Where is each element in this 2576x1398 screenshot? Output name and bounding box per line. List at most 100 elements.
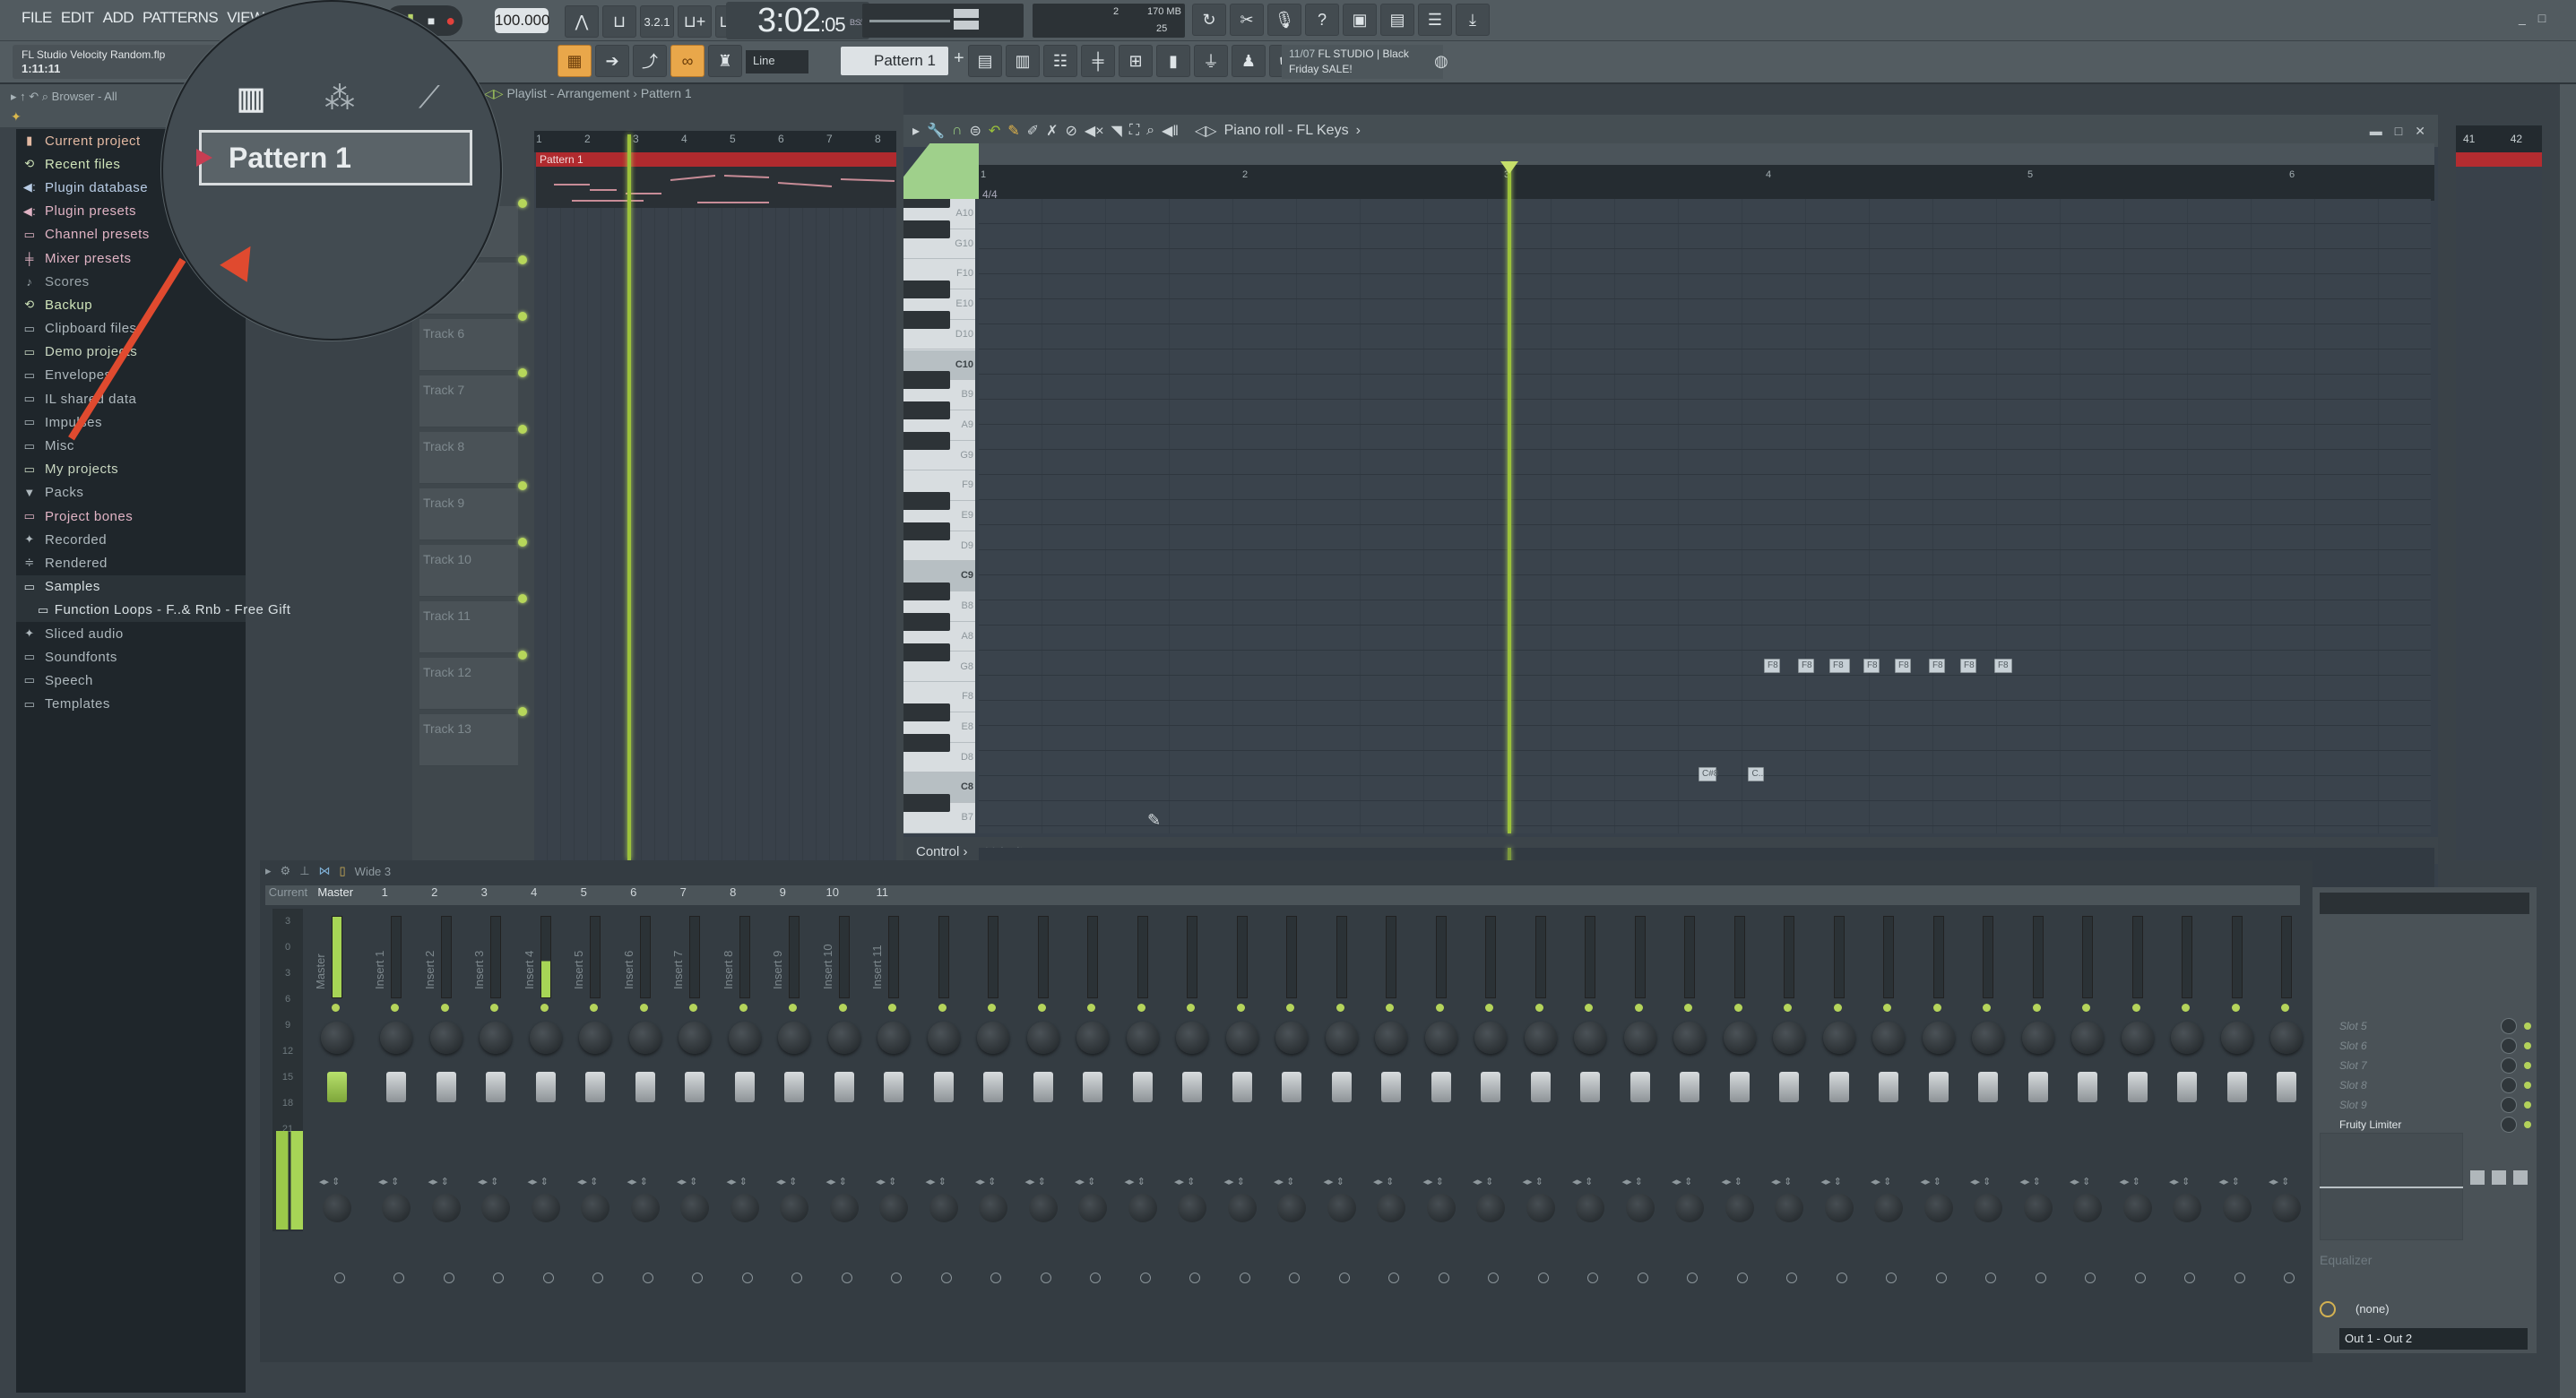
magnet-icon[interactable]: ∩: [952, 123, 963, 139]
route-icon[interactable]: [891, 1273, 902, 1283]
stereo-controls[interactable]: ◂▸ ⇕: [2020, 1176, 2041, 1187]
stereo-knob[interactable]: [2073, 1194, 2102, 1222]
strip-enable-led[interactable]: [1883, 1004, 1891, 1012]
strip-enable-led[interactable]: [739, 1004, 748, 1012]
mixer-person-icon[interactable]: ⊥: [299, 864, 309, 878]
stereo-controls[interactable]: ◂▸ ⇕: [1970, 1176, 1991, 1187]
mixer-layout-icon[interactable]: ⋈: [319, 864, 331, 878]
stereo-controls[interactable]: ◂▸ ⇕: [677, 1176, 697, 1187]
route-icon[interactable]: [791, 1273, 802, 1283]
effect-slot[interactable]: Slot 8: [2312, 1075, 2537, 1095]
pan-knob[interactable]: [2071, 1022, 2104, 1054]
route-icon[interactable]: [1935, 1273, 1947, 1283]
route-icon[interactable]: [1040, 1273, 1051, 1283]
stereo-knob[interactable]: [1128, 1194, 1157, 1222]
volume-fader[interactable]: [1331, 1072, 1352, 1102]
volume-fader[interactable]: [1928, 1072, 1949, 1102]
slot-mix-knob[interactable]: [2501, 1018, 2517, 1034]
effect-slot[interactable]: Slot 9: [2312, 1095, 2537, 1115]
mixer-icon[interactable]: ╪: [1081, 45, 1115, 77]
stop-button[interactable]: ■: [428, 13, 435, 28]
stereo-controls[interactable]: ◂▸ ⇕: [1672, 1176, 1692, 1187]
volume-fader[interactable]: [1232, 1072, 1252, 1102]
mute-tool-icon[interactable]: ◀×: [1085, 122, 1104, 140]
pan-knob[interactable]: [1176, 1022, 1208, 1054]
stereo-knob[interactable]: [829, 1194, 859, 1222]
strip-enable-led[interactable]: [1634, 1004, 1643, 1012]
slot-enable-led[interactable]: [2524, 1023, 2531, 1030]
pan-knob[interactable]: [1375, 1022, 1407, 1054]
browser-item[interactable]: ▭ Speech: [16, 669, 246, 692]
record-button[interactable]: ●: [445, 12, 455, 30]
stereo-knob[interactable]: [2122, 1194, 2152, 1222]
piano-roll-arrow[interactable]: ›: [1356, 123, 1361, 139]
stereo-knob[interactable]: [1227, 1194, 1257, 1222]
slot-enable-led[interactable]: [2524, 1082, 2531, 1089]
stereo-knob[interactable]: [1277, 1194, 1306, 1222]
volume-fader[interactable]: [2226, 1072, 2247, 1102]
volume-fader[interactable]: [933, 1072, 954, 1102]
route-icon[interactable]: [2085, 1273, 2096, 1283]
strip-enable-led[interactable]: [689, 1004, 697, 1012]
help-icon[interactable]: ?: [1305, 4, 1339, 36]
effect-slot[interactable]: Slot 5: [2312, 1016, 2537, 1036]
pan-knob[interactable]: [679, 1022, 711, 1054]
export-icon[interactable]: ▤: [1380, 4, 1414, 36]
strip-enable-led[interactable]: [988, 1004, 996, 1012]
track-header[interactable]: Track 9: [419, 481, 527, 540]
microphone-icon[interactable]: 🎙: [1267, 4, 1301, 36]
browser-item[interactable]: ▭ Soundfonts: [16, 645, 246, 669]
project-info-icon[interactable]: ▮: [1156, 45, 1190, 77]
volume-fader[interactable]: [1431, 1072, 1451, 1102]
menu-file[interactable]: FILE: [22, 9, 52, 27]
stereo-knob[interactable]: [1377, 1194, 1405, 1222]
stereo-knob[interactable]: [1576, 1194, 1604, 1222]
pan-knob[interactable]: [2220, 1022, 2253, 1054]
stereo-controls[interactable]: ◂▸ ⇕: [1324, 1176, 1344, 1187]
route-icon[interactable]: [334, 1273, 345, 1283]
current-tab[interactable]: Current: [265, 885, 311, 905]
piano-black-key[interactable]: [903, 794, 950, 812]
stereo-controls[interactable]: ◂▸ ⇕: [1125, 1176, 1145, 1187]
stereo-controls[interactable]: ◂▸ ⇕: [1025, 1176, 1046, 1187]
stereo-knob[interactable]: [481, 1194, 510, 1222]
stereo-knob[interactable]: [1775, 1194, 1803, 1222]
browser-icon[interactable]: ⊞: [1119, 45, 1153, 77]
pan-knob[interactable]: [728, 1022, 761, 1054]
stereo-knob[interactable]: [780, 1194, 808, 1222]
stereo-controls[interactable]: ◂▸ ⇕: [2169, 1176, 2190, 1187]
speaker-icon[interactable]: ◁▷: [1195, 122, 1217, 140]
volume-fader[interactable]: [635, 1072, 655, 1102]
browser-item[interactable]: ▭ IL shared data: [16, 387, 246, 410]
mixer-view-icon[interactable]: ▯: [340, 864, 346, 878]
note[interactable]: F8: [1797, 659, 1814, 674]
news-panel[interactable]: 11/07 FL STUDIO | Black Friday SALE!: [1282, 45, 1443, 79]
pan-knob[interactable]: [1275, 1022, 1308, 1054]
piano-black-key[interactable]: [903, 371, 950, 390]
volume-fader[interactable]: [1481, 1072, 1500, 1102]
track-active-led[interactable]: [518, 425, 527, 434]
pan-knob[interactable]: [1922, 1022, 1955, 1054]
strip-enable-led[interactable]: [1187, 1004, 1195, 1012]
volume-fader[interactable]: [2127, 1072, 2148, 1102]
track-header[interactable]: Track 7: [419, 368, 527, 427]
volume-fader[interactable]: [1132, 1072, 1153, 1102]
note[interactable]: F8: [1928, 659, 1945, 674]
route-icon[interactable]: [1338, 1273, 1350, 1283]
route-icon[interactable]: [1388, 1273, 1399, 1283]
track-header[interactable]: Track 8: [419, 425, 527, 484]
volume-fader[interactable]: [1381, 1072, 1401, 1102]
volume-fader[interactable]: [884, 1072, 903, 1102]
globe-icon[interactable]: ◍: [1434, 52, 1448, 71]
pan-knob[interactable]: [321, 1022, 353, 1054]
pan-knob[interactable]: [1673, 1022, 1706, 1054]
route-icon[interactable]: [542, 1273, 554, 1283]
stereo-controls[interactable]: ◂▸ ⇕: [2120, 1176, 2140, 1187]
browser-item[interactable]: ▭ Templates: [16, 693, 246, 716]
wrench-icon[interactable]: 🔧: [927, 122, 945, 140]
volume-fader[interactable]: [2078, 1072, 2097, 1102]
route-icon[interactable]: [443, 1273, 454, 1283]
piano-black-key[interactable]: [903, 431, 950, 450]
route-icon[interactable]: [692, 1273, 703, 1283]
volume-fader[interactable]: [1083, 1072, 1102, 1102]
